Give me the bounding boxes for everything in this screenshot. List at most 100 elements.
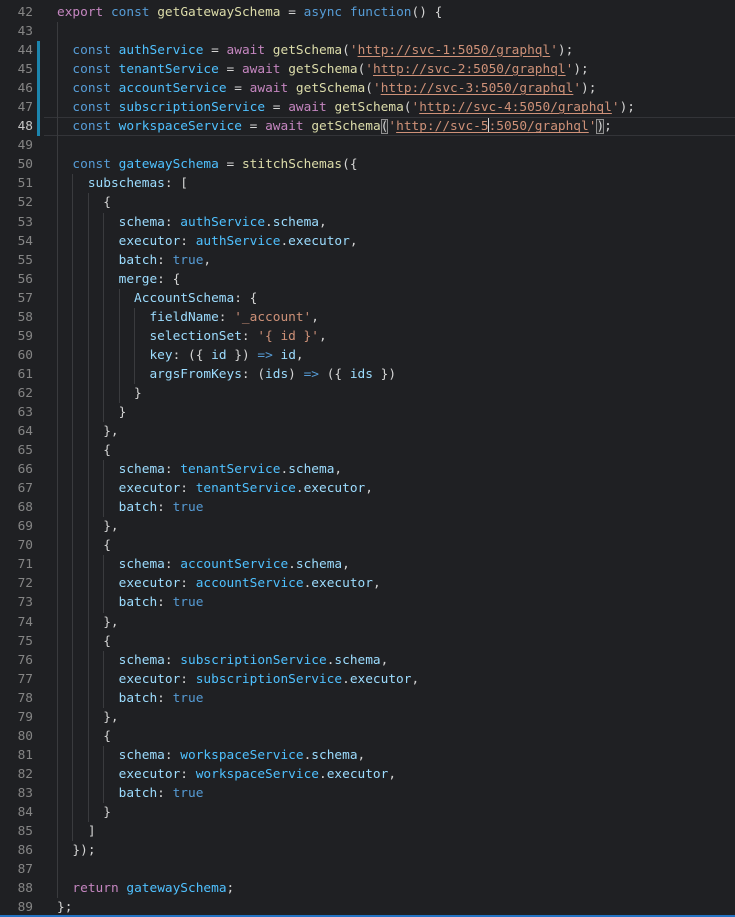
line-number[interactable]: 51 bbox=[0, 174, 33, 193]
code-line[interactable]: 73 batch: true bbox=[0, 593, 735, 612]
line-number[interactable]: 62 bbox=[0, 384, 33, 403]
line-number[interactable]: 61 bbox=[0, 365, 33, 384]
line-number[interactable]: 49 bbox=[0, 136, 33, 155]
line-number[interactable]: 57 bbox=[0, 289, 33, 308]
line-number[interactable]: 79 bbox=[0, 708, 33, 727]
line-number[interactable]: 53 bbox=[0, 213, 33, 232]
code-line[interactable]: 60 key: ({ id }) => id, bbox=[0, 346, 735, 365]
code-line[interactable]: 61 argsFromKeys: (ids) => ({ ids }) bbox=[0, 365, 735, 384]
code-line[interactable]: 52 { bbox=[0, 193, 735, 212]
code-line[interactable]: 78 batch: true bbox=[0, 689, 735, 708]
code-line[interactable]: 43 bbox=[0, 22, 735, 41]
line-number[interactable]: 69 bbox=[0, 517, 33, 536]
line-number[interactable]: 78 bbox=[0, 689, 33, 708]
line-number[interactable]: 70 bbox=[0, 536, 33, 555]
code-line[interactable]: 46 const accountService = await getSchem… bbox=[0, 79, 735, 98]
code-line[interactable]: 51 subschemas: [ bbox=[0, 174, 735, 193]
code-line[interactable]: 49 bbox=[0, 136, 735, 155]
code-line[interactable]: 67 executor: tenantService.executor, bbox=[0, 479, 735, 498]
line-number[interactable]: 47 bbox=[0, 98, 33, 117]
git-modified-indicator[interactable] bbox=[37, 41, 40, 136]
line-number[interactable]: 81 bbox=[0, 746, 33, 765]
code-line[interactable]: 65 { bbox=[0, 441, 735, 460]
code-line[interactable]: 53 schema: authService.schema, bbox=[0, 213, 735, 232]
line-number[interactable]: 63 bbox=[0, 403, 33, 422]
url-link[interactable]: http://svc-5 bbox=[396, 119, 488, 134]
code-editor[interactable]: 42export const getGatewaySchema = async … bbox=[0, 0, 735, 917]
code-line[interactable]: 79 }, bbox=[0, 708, 735, 727]
line-number[interactable]: 82 bbox=[0, 765, 33, 784]
line-number[interactable]: 83 bbox=[0, 784, 33, 803]
line-number[interactable]: 52 bbox=[0, 193, 33, 212]
line-number[interactable]: 86 bbox=[0, 841, 33, 860]
line-number[interactable]: 48 bbox=[0, 117, 33, 136]
line-number[interactable]: 66 bbox=[0, 460, 33, 479]
code-line[interactable]: 58 fieldName: '_account', bbox=[0, 308, 735, 327]
code-line[interactable]: 88 return gatewaySchema; bbox=[0, 879, 735, 898]
code-line[interactable]: 74 }, bbox=[0, 613, 735, 632]
line-number[interactable]: 46 bbox=[0, 79, 33, 98]
code-line[interactable]: 82 executor: workspaceService.executor, bbox=[0, 765, 735, 784]
line-number[interactable]: 56 bbox=[0, 270, 33, 289]
line-number[interactable]: 84 bbox=[0, 803, 33, 822]
line-number[interactable]: 88 bbox=[0, 879, 33, 898]
code-line[interactable]: 47 const subscriptionService = await get… bbox=[0, 98, 735, 117]
line-number[interactable]: 72 bbox=[0, 574, 33, 593]
line-number[interactable]: 45 bbox=[0, 60, 33, 79]
line-number[interactable]: 67 bbox=[0, 479, 33, 498]
url-link[interactable]: http://svc-4:5050/graphql bbox=[419, 100, 612, 115]
code-line[interactable]: 84 } bbox=[0, 803, 735, 822]
line-number[interactable]: 68 bbox=[0, 498, 33, 517]
line-number[interactable]: 58 bbox=[0, 308, 33, 327]
code-line[interactable]: 71 schema: accountService.schema, bbox=[0, 555, 735, 574]
code-line[interactable]: 57 AccountSchema: { bbox=[0, 289, 735, 308]
line-number[interactable]: 74 bbox=[0, 613, 33, 632]
line-number[interactable]: 64 bbox=[0, 422, 33, 441]
url-link[interactable]: http://svc-3:5050/graphql bbox=[381, 81, 574, 96]
code-line[interactable]: 68 batch: true bbox=[0, 498, 735, 517]
code-line[interactable]: 50 const gatewaySchema = stitchSchemas({ bbox=[0, 155, 735, 174]
line-number[interactable]: 55 bbox=[0, 251, 33, 270]
code-line[interactable]: 59 selectionSet: '{ id }', bbox=[0, 327, 735, 346]
code-line[interactable]: 54 executor: authService.executor, bbox=[0, 232, 735, 251]
code-line[interactable]: 70 { bbox=[0, 536, 735, 555]
code-line[interactable]: 81 schema: workspaceService.schema, bbox=[0, 746, 735, 765]
line-number[interactable]: 65 bbox=[0, 441, 33, 460]
line-number[interactable]: 59 bbox=[0, 327, 33, 346]
code-line[interactable]: 62 } bbox=[0, 384, 735, 403]
line-number[interactable]: 75 bbox=[0, 632, 33, 651]
url-link[interactable]: :5050/graphql bbox=[489, 119, 589, 134]
code-line[interactable]: 76 schema: subscriptionService.schema, bbox=[0, 651, 735, 670]
line-number[interactable]: 80 bbox=[0, 727, 33, 746]
line-number[interactable]: 71 bbox=[0, 555, 33, 574]
line-number[interactable]: 50 bbox=[0, 155, 33, 174]
code-line[interactable]: 64 }, bbox=[0, 422, 735, 441]
code-line[interactable]: 55 batch: true, bbox=[0, 251, 735, 270]
line-number[interactable]: 77 bbox=[0, 670, 33, 689]
code-line[interactable]: 63 } bbox=[0, 403, 735, 422]
url-link[interactable]: http://svc-2:5050/graphql bbox=[373, 62, 566, 77]
code-line[interactable]: 56 merge: { bbox=[0, 270, 735, 289]
code-line[interactable]: 44 const authService = await getSchema('… bbox=[0, 41, 735, 60]
line-number[interactable]: 73 bbox=[0, 593, 33, 612]
code-line[interactable]: 85 ] bbox=[0, 822, 735, 841]
line-number[interactable]: 76 bbox=[0, 651, 33, 670]
code-line[interactable]: 72 executor: accountService.executor, bbox=[0, 574, 735, 593]
code-line[interactable]: 80 { bbox=[0, 727, 735, 746]
code-line[interactable]: 45 const tenantService = await getSchema… bbox=[0, 60, 735, 79]
line-number[interactable]: 54 bbox=[0, 232, 33, 251]
line-number[interactable]: 44 bbox=[0, 41, 33, 60]
line-number[interactable]: 85 bbox=[0, 822, 33, 841]
code-line[interactable]: 69 }, bbox=[0, 517, 735, 536]
code-line[interactable]: 75 { bbox=[0, 632, 735, 651]
line-number[interactable]: 60 bbox=[0, 346, 33, 365]
line-number[interactable]: 42 bbox=[0, 3, 33, 22]
code-line[interactable]: 86 }); bbox=[0, 841, 735, 860]
line-number[interactable]: 87 bbox=[0, 860, 33, 879]
code-line[interactable]: 42export const getGatewaySchema = async … bbox=[0, 3, 735, 22]
code-line[interactable]: 77 executor: subscriptionService.executo… bbox=[0, 670, 735, 689]
code-line[interactable]: 48 const workspaceService = await getSch… bbox=[0, 117, 735, 136]
url-link[interactable]: http://svc-1:5050/graphql bbox=[358, 43, 551, 58]
code-line[interactable]: 66 schema: tenantService.schema, bbox=[0, 460, 735, 479]
line-number[interactable]: 43 bbox=[0, 22, 33, 41]
